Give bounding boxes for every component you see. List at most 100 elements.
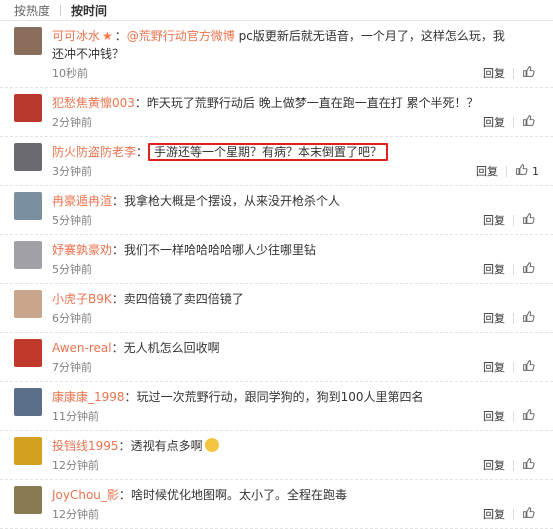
comment-list: 可可冰水 ★ ：@荒野行动官方微博 pc版更新后就无语音，一个月了，这样怎么玩，我还…	[0, 21, 553, 529]
divider	[513, 410, 514, 422]
avatar[interactable]	[14, 241, 42, 269]
comment-time: 2分钟前	[52, 116, 92, 129]
comment-username[interactable]: 小虎子B9K	[52, 292, 112, 306]
comment-line: JoyChou_影：啥时候优化地图啊。太小了。全程在跑毒	[52, 486, 553, 504]
comment-username[interactable]: 投铛线1995	[52, 439, 119, 453]
comment-text: 我拿枪大概是个摆设，从来没开枪杀个人	[124, 194, 341, 208]
divider	[513, 459, 514, 471]
like-button[interactable]	[522, 212, 539, 228]
avatar[interactable]	[14, 290, 42, 318]
separator: ：	[134, 96, 147, 110]
thumbs-up-icon	[522, 506, 535, 522]
mention-link[interactable]: @荒野行动官方微博	[127, 29, 235, 43]
reply-button[interactable]: 回复	[483, 359, 513, 375]
like-button[interactable]	[522, 359, 539, 375]
divider	[513, 312, 514, 324]
sort-by-hot[interactable]: 按热度	[14, 2, 60, 19]
comment-line: Awen-real：无人机怎么回收啊	[52, 339, 553, 357]
reply-button[interactable]: 回复	[483, 506, 513, 522]
comment-item: 康康康_1998：玩过一次荒野行动，跟同学狗的，狗到100人里第四名 11分钟前 回…	[0, 382, 553, 431]
divider	[513, 214, 514, 226]
comment-username[interactable]: 冉豪遁冉渲	[52, 194, 112, 208]
comment-username[interactable]: 犯愁焦黄懔003	[52, 96, 135, 110]
avatar[interactable]	[14, 94, 42, 122]
thumbs-up-icon	[522, 457, 535, 473]
avatar[interactable]	[14, 339, 42, 367]
avatar[interactable]	[14, 143, 42, 171]
thumbs-up-icon	[522, 212, 535, 228]
avatar[interactable]	[14, 437, 42, 465]
divider	[60, 4, 62, 16]
sort-by-time[interactable]: 按时间	[71, 2, 117, 19]
comment-time: 3分钟前	[52, 165, 92, 178]
like-button[interactable]	[522, 114, 539, 130]
comment-item: 可可冰水 ★ ：@荒野行动官方微博 pc版更新后就无语音，一个月了，这样怎么玩，我还…	[0, 21, 553, 88]
comment-time: 12分钟前	[52, 508, 99, 521]
like-button[interactable]	[522, 65, 539, 81]
avatar[interactable]	[14, 192, 42, 220]
divider	[513, 67, 514, 79]
comment-line: 冉豪遁冉渲：我拿枪大概是个摆设，从来没开枪杀个人	[52, 192, 553, 210]
comment-line: 犯愁焦黄懔003：昨天玩了荒野行动后 晚上做梦一直在跑一直在打 累个半死！？	[52, 94, 553, 112]
thumbs-up-icon	[522, 114, 535, 130]
avatar[interactable]	[14, 27, 42, 55]
comment-time: 12分钟前	[52, 459, 99, 472]
comment-line: 可可冰水 ★ ：@荒野行动官方微博 pc版更新后就无语音，一个月了，这样怎么玩，我还…	[52, 27, 553, 63]
smiley-emoji-icon	[204, 438, 219, 452]
comment-item: JoyChou_影：啥时候优化地图啊。太小了。全程在跑毒 12分钟前 回复	[0, 480, 553, 529]
comment-line: 妤褰孰豪劝：我们不一样哈哈哈哈哪人少往哪里钻	[52, 241, 553, 259]
avatar[interactable]	[14, 486, 42, 514]
like-button[interactable]	[522, 408, 539, 424]
divider	[513, 361, 514, 373]
comment-text: 无人机怎么回收啊	[123, 341, 220, 355]
separator: ：	[124, 390, 137, 404]
comment-username[interactable]: Awen-real	[52, 341, 112, 355]
comment-text: 卖四倍镜了卖四倍镜了	[123, 292, 244, 306]
highlighted-comment-text: 手游还等一个星期？有病？本末倒置了吧？	[148, 143, 389, 161]
avatar[interactable]	[14, 388, 42, 416]
reply-button[interactable]: 回复	[476, 163, 506, 179]
comment-item: 犯愁焦黄懔003：昨天玩了荒野行动后 晚上做梦一直在跑一直在打 累个半死！？ 2分…	[0, 88, 553, 137]
like-button[interactable]	[522, 457, 539, 473]
separator: ：	[118, 488, 131, 502]
comment-username[interactable]: 防火防盗防老李	[52, 145, 136, 159]
comment-line: 小虎子B9K：卖四倍镜了卖四倍镜了	[52, 290, 553, 308]
comment-time: 6分钟前	[52, 312, 92, 325]
comment-time: 11分钟前	[52, 410, 99, 423]
comment-time: 5分钟前	[52, 214, 92, 227]
divider	[506, 165, 507, 177]
thumbs-up-icon	[515, 163, 528, 179]
thumbs-up-icon	[522, 408, 535, 424]
comment-line: 防火防盗防老李： 手游还等一个星期？有病？本末倒置了吧？	[52, 143, 553, 161]
comment-text: 我们不一样哈哈哈哈哪人少往哪里钻	[124, 243, 317, 257]
reply-button[interactable]: 回复	[483, 261, 513, 277]
thumbs-up-icon	[522, 310, 535, 326]
like-button[interactable]	[522, 310, 539, 326]
comment-username[interactable]: 可可冰水	[52, 29, 100, 43]
separator: ：	[136, 145, 149, 159]
comment-line: 康康康_1998：玩过一次荒野行动，跟同学狗的，狗到100人里第四名	[52, 388, 553, 406]
comment-username[interactable]: 康康康_1998	[52, 390, 125, 404]
divider	[513, 508, 514, 520]
comment-item: Awen-real：无人机怎么回收啊 7分钟前 回复	[0, 333, 553, 382]
like-button[interactable]: 1	[515, 163, 539, 179]
thumbs-up-icon	[522, 359, 535, 375]
thumbs-up-icon	[522, 261, 535, 277]
reply-button[interactable]: 回复	[483, 310, 513, 326]
separator: ：	[111, 341, 124, 355]
comment-username[interactable]: JoyChou_影	[52, 488, 119, 502]
comment-text: 透视有点多啊	[130, 439, 203, 453]
reply-button[interactable]: 回复	[483, 457, 513, 473]
reply-button[interactable]: 回复	[483, 212, 513, 228]
sort-bar: 按热度 按时间	[0, 0, 553, 21]
comment-line: 投铛线1995：透视有点多啊	[52, 437, 553, 455]
reply-button[interactable]: 回复	[483, 114, 513, 130]
reply-button[interactable]: 回复	[483, 408, 513, 424]
separator: ：	[111, 292, 124, 306]
like-button[interactable]	[522, 261, 539, 277]
separator: ：	[118, 439, 131, 453]
comment-username[interactable]: 妤褰孰豪劝	[52, 243, 112, 257]
separator: ：	[114, 29, 127, 43]
reply-button[interactable]: 回复	[483, 65, 513, 81]
like-button[interactable]	[522, 506, 539, 522]
